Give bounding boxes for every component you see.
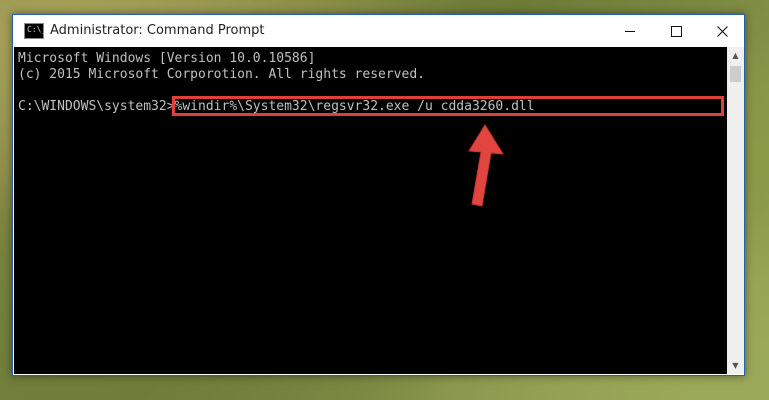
scroll-down-button[interactable]: ▼ (727, 357, 744, 374)
command-highlight-box (172, 96, 724, 116)
close-button[interactable] (699, 15, 745, 47)
scroll-up-button[interactable]: ▲ (727, 47, 744, 64)
maximize-icon (670, 25, 682, 37)
console-line-1: Microsoft Windows [Version 10.0.10586] (18, 51, 316, 66)
command-prompt-window: C:\_ Administrator: Command Prompt Micro… (12, 14, 745, 376)
title-bar[interactable]: C:\_ Administrator: Command Prompt (13, 15, 744, 47)
minimize-icon (625, 30, 635, 32)
vertical-scrollbar[interactable]: ▲ ▼ (727, 47, 744, 374)
cmd-app-icon-text: C:\_ (27, 25, 47, 34)
console-output[interactable]: Microsoft Windows [Version 10.0.10586] (… (14, 47, 727, 374)
minimize-button[interactable] (607, 15, 653, 47)
window-title: Administrator: Command Prompt (50, 23, 265, 38)
red-arrow-icon (468, 124, 504, 207)
chevron-up-icon: ▲ (732, 51, 739, 60)
cmd-app-icon[interactable]: C:\_ (24, 23, 47, 39)
maximize-button[interactable] (653, 15, 699, 47)
close-icon (716, 25, 728, 37)
scroll-thumb[interactable] (730, 66, 741, 82)
chevron-down-icon: ▼ (732, 361, 739, 370)
console-line-2: (c) 2015 Microsoft Corporotion. All righ… (18, 67, 425, 82)
